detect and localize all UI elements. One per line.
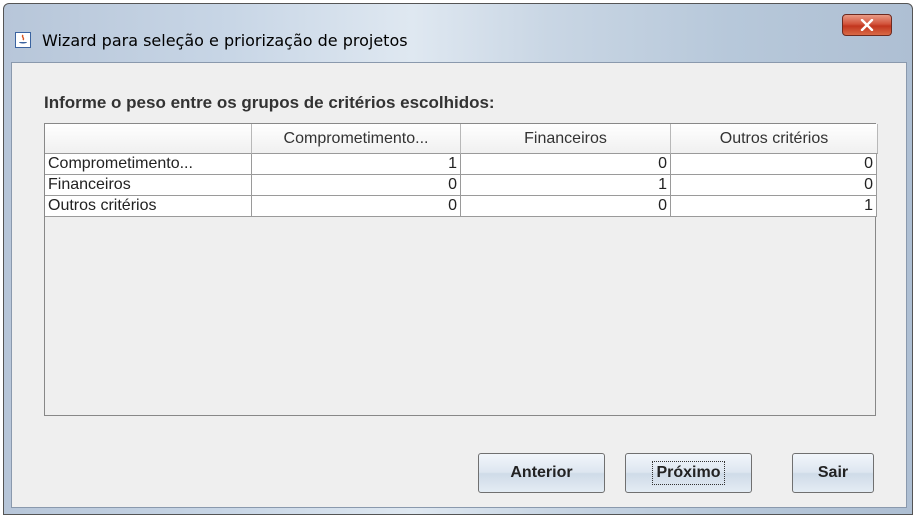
table-row: Outros critérios 0 0 1 <box>45 196 877 217</box>
weight-cell[interactable]: 0 <box>252 196 461 217</box>
column-header-financeiros[interactable]: Financeiros <box>461 124 671 154</box>
table-header-corner <box>45 124 252 154</box>
weights-table: Comprometimento... Financeiros Outros cr… <box>44 123 878 416</box>
java-app-icon <box>15 32 31 48</box>
weight-cell[interactable]: 1 <box>461 175 671 196</box>
page-heading: Informe o peso entre os grupos de critér… <box>44 93 495 112</box>
weight-cell[interactable]: 1 <box>252 154 461 175</box>
weight-cell[interactable]: 1 <box>671 196 877 217</box>
title-bar[interactable]: Wizard para seleção e priorização de pro… <box>4 4 912 62</box>
close-button[interactable] <box>842 14 892 36</box>
row-label-financeiros[interactable]: Financeiros <box>45 175 252 196</box>
weight-cell[interactable]: 0 <box>671 154 877 175</box>
row-label-outros-criterios[interactable]: Outros critérios <box>45 196 252 217</box>
next-button[interactable]: Próximo <box>625 453 752 493</box>
close-icon <box>860 19 874 31</box>
next-button-label: Próximo <box>652 461 725 485</box>
weight-cell[interactable]: 0 <box>461 196 671 217</box>
table-row: Financeiros 0 1 0 <box>45 175 877 196</box>
wizard-content-panel: Informe o peso entre os grupos de critér… <box>11 62 907 508</box>
row-label-comprometimento[interactable]: Comprometimento... <box>45 154 252 175</box>
weight-cell[interactable]: 0 <box>671 175 877 196</box>
exit-button[interactable]: Sair <box>792 453 874 493</box>
window-title: Wizard para seleção e priorização de pro… <box>42 31 408 50</box>
exit-button-label: Sair <box>817 464 849 481</box>
table-row: Comprometimento... 1 0 0 <box>45 154 877 175</box>
previous-button-label: Anterior <box>510 464 573 481</box>
wizard-window: Wizard para seleção e priorização de pro… <box>3 3 913 515</box>
column-header-comprometimento[interactable]: Comprometimento... <box>252 124 461 154</box>
column-header-outros-criterios[interactable]: Outros critérios <box>671 124 878 154</box>
weight-cell[interactable]: 0 <box>252 175 461 196</box>
weight-cell[interactable]: 0 <box>461 154 671 175</box>
previous-button[interactable]: Anterior <box>478 453 605 493</box>
